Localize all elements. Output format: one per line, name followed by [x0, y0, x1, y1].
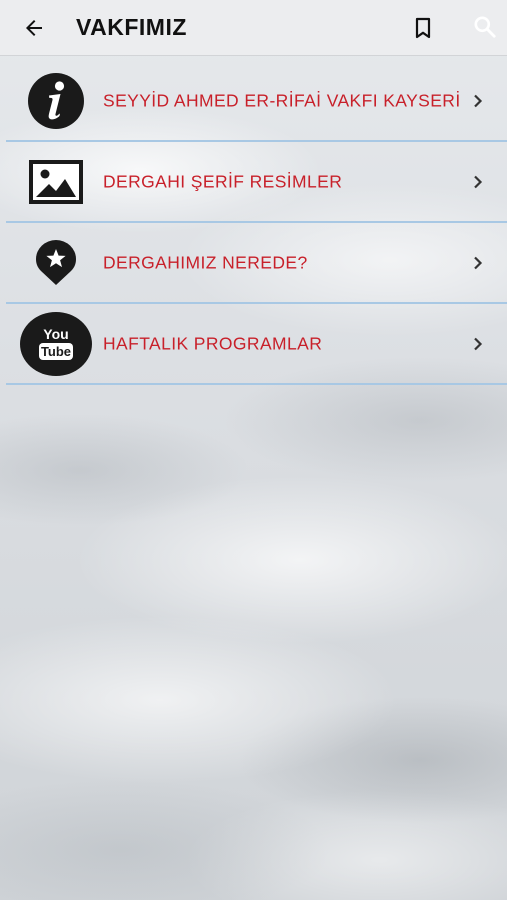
bookmark-icon	[415, 17, 431, 39]
chevron-right-icon	[471, 173, 485, 191]
chevron-right-icon	[471, 254, 485, 272]
menu-item-resimler[interactable]: DERGAHI ŞERİF RESİMLER	[6, 142, 507, 223]
page-title: VAKFIMIZ	[76, 14, 187, 40]
menu-item-label: DERGAHI ŞERİF RESİMLER	[103, 171, 343, 191]
youtube-icon: You Tube	[20, 308, 92, 380]
arrow-left-icon	[26, 20, 42, 36]
search-icon	[474, 16, 496, 38]
map-pin-star-icon	[20, 227, 92, 299]
back-button[interactable]	[18, 12, 50, 44]
chevron-right-icon	[471, 335, 485, 353]
menu-item-label: DERGAHIMIZ NEREDE?	[103, 252, 308, 272]
menu-item-vakif[interactable]: SEYYİD AHMED ER-RİFAİ VAKFI KAYSERİ	[6, 61, 507, 142]
youtube-icon-text-top: You	[43, 326, 68, 342]
menu-item-label: SEYYİD AHMED ER-RİFAİ VAKFI KAYSERİ	[103, 90, 461, 110]
info-icon	[20, 65, 92, 137]
chevron-right-icon	[471, 92, 485, 110]
image-icon	[20, 146, 92, 218]
menu-item-nerede[interactable]: DERGAHIMIZ NEREDE?	[6, 223, 507, 304]
search-button[interactable]	[468, 10, 502, 44]
menu-list: SEYYİD AHMED ER-RİFAİ VAKFI KAYSERİ DERG…	[6, 61, 507, 385]
menu-item-programlar[interactable]: You Tube HAFTALIK PROGRAMLAR	[6, 304, 507, 385]
app-bar: VAKFIMIZ	[0, 0, 507, 56]
menu-item-label: HAFTALIK PROGRAMLAR	[103, 333, 323, 353]
youtube-icon-text-bottom: Tube	[41, 344, 71, 359]
bookmark-button[interactable]	[407, 12, 439, 44]
